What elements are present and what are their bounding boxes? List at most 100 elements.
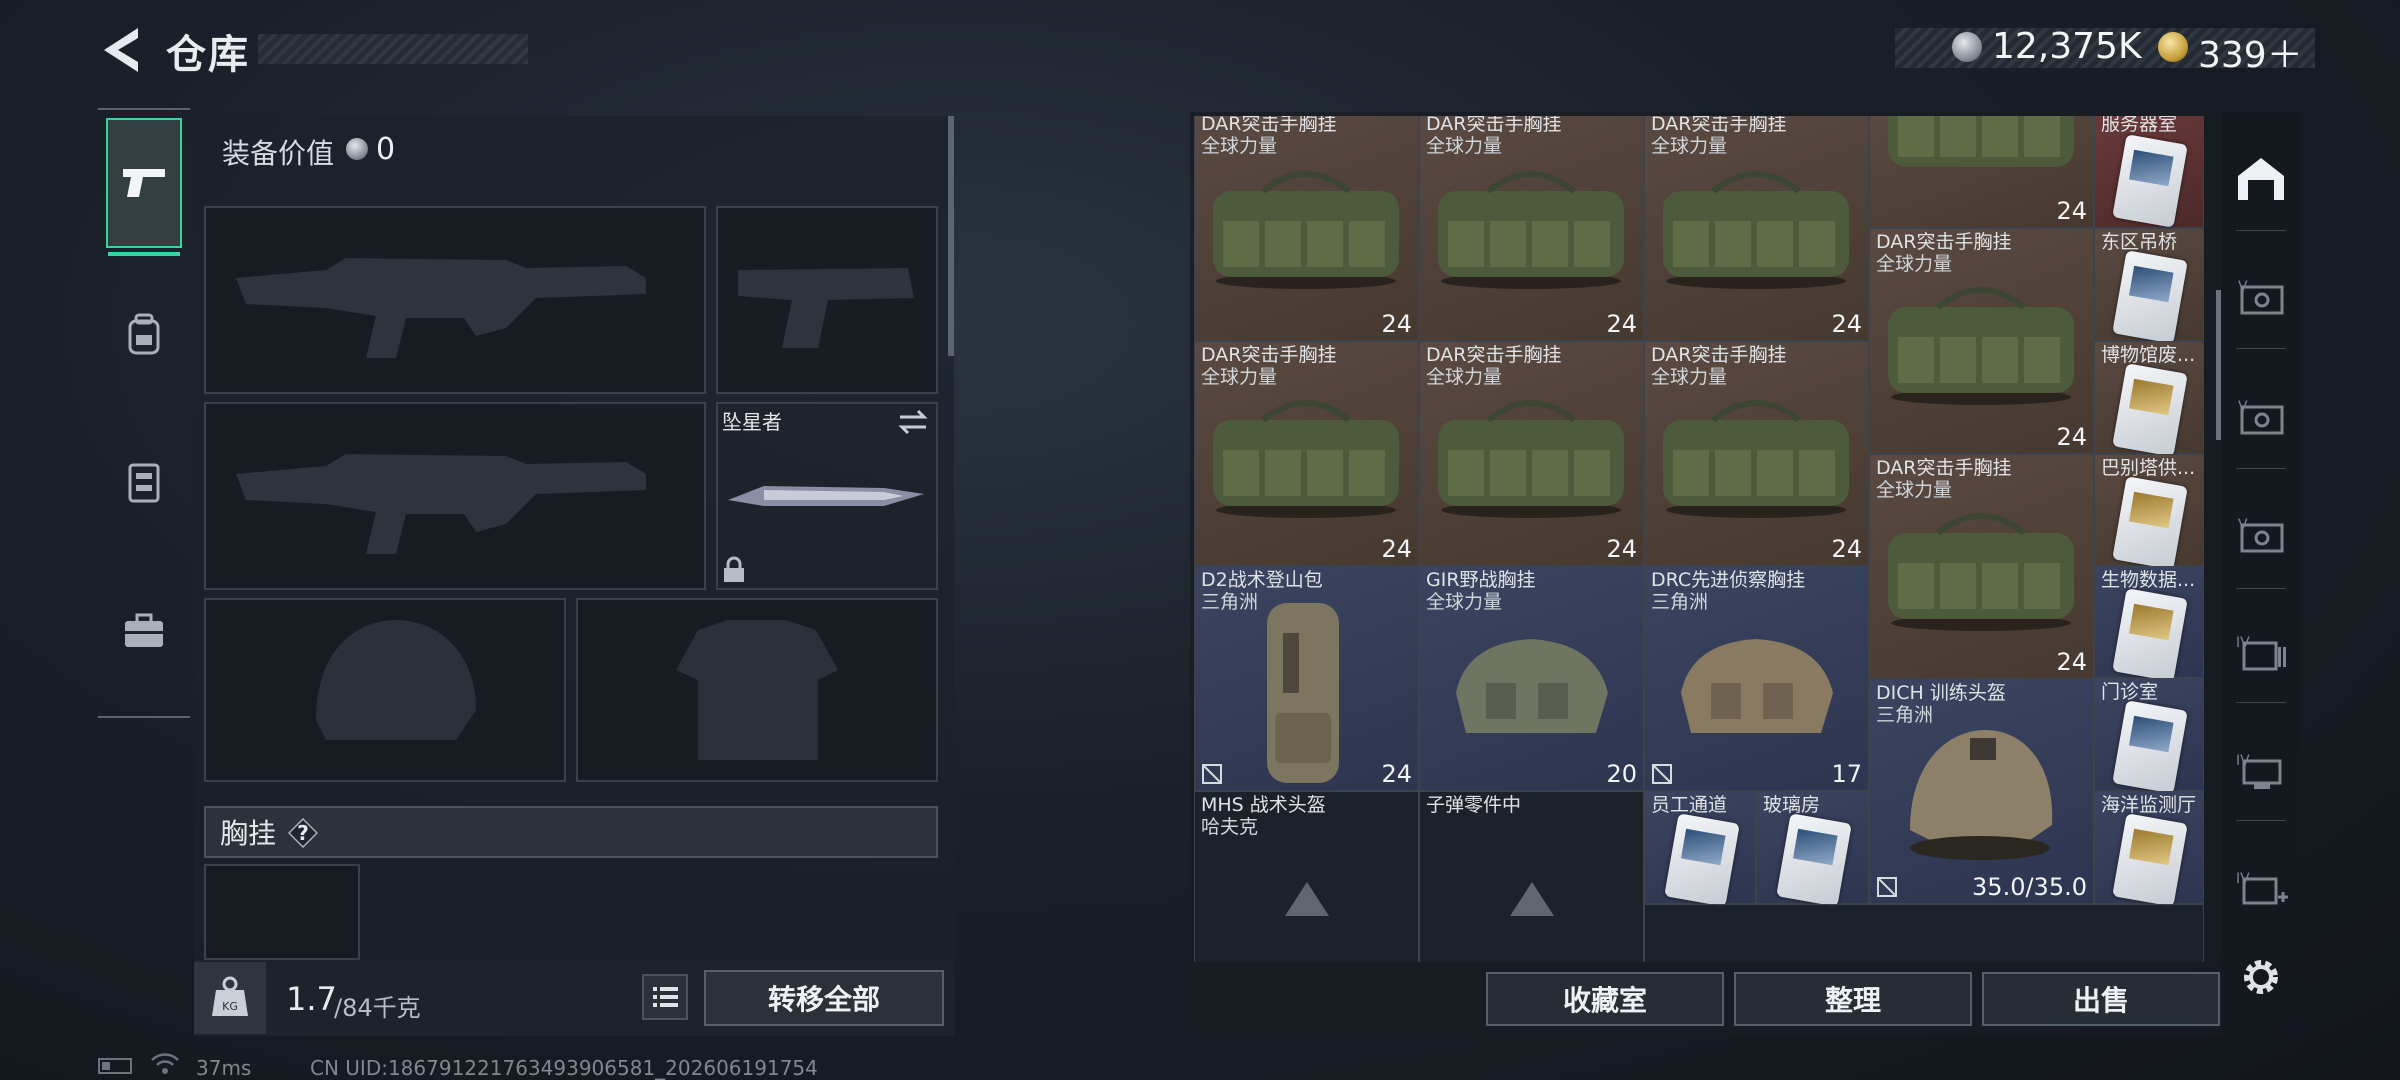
- inventory-item[interactable]: D2战术登山包 三角洲 24: [1194, 566, 1419, 791]
- item-faction: 全球力量: [1651, 366, 1728, 388]
- inventory-item[interactable]: DAR突击手胸挂 全球力量 24: [1419, 341, 1644, 566]
- inventory-item[interactable]: DAR突击手胸挂 全球力量 24: [1194, 116, 1419, 341]
- item-name: MHS 战术头盔: [1201, 794, 1326, 816]
- expansion-add-icon: IV: [2236, 871, 2288, 905]
- inventory-item[interactable]: 24: [1869, 116, 2094, 228]
- inventory-item[interactable]: 巴别塔供...: [2094, 454, 2204, 570]
- inventory-item[interactable]: 生物数据...: [2094, 566, 2204, 682]
- svg-text:KG: KG: [222, 1000, 238, 1013]
- duffel-bag-icon: [1213, 171, 1399, 289]
- wifi-icon: [151, 1053, 179, 1074]
- briefcase-icon: [125, 613, 163, 647]
- swap-icon[interactable]: [896, 408, 930, 436]
- armor-slot[interactable]: [576, 598, 938, 782]
- item-name: D2战术登山包: [1201, 569, 1323, 591]
- list-view-button[interactable]: [642, 974, 688, 1020]
- gold-coin-icon: [2158, 32, 2188, 62]
- inventory-item[interactable]: 海洋监测厅: [2094, 791, 2204, 907]
- duffel-bag-icon: [1681, 639, 1833, 733]
- back-arrow-icon[interactable]: [98, 24, 142, 76]
- storage-tab-iv2[interactable]: IV: [2230, 740, 2292, 802]
- inventory-item[interactable]: MHS 战术头盔 哈夫克: [1194, 791, 1419, 962]
- item-faction: 全球力量: [1876, 479, 1953, 501]
- item-name: 服务器室: [2101, 116, 2178, 135]
- armor-silhouette-icon: [676, 620, 838, 760]
- list-icon: [653, 987, 678, 1007]
- item-name: DAR突击手胸挂: [1201, 116, 1337, 135]
- storage-tab-home[interactable]: [2230, 148, 2292, 210]
- chest-rig-slot[interactable]: [204, 864, 360, 960]
- storage-tab-v2[interactable]: V: [2230, 386, 2292, 448]
- page-title: 仓库: [166, 32, 250, 78]
- category-tab-vest[interactable]: [106, 418, 182, 548]
- inventory-item[interactable]: 门诊室: [2094, 678, 2204, 794]
- category-tab-weapon[interactable]: [106, 118, 182, 248]
- settings-button[interactable]: [2230, 946, 2292, 1008]
- pistol-silhouette-icon: [738, 268, 914, 348]
- storage-tab-v1[interactable]: V: [2230, 266, 2292, 328]
- item-name: 东区吊桥: [2101, 231, 2178, 253]
- rail-divider: [2236, 230, 2286, 231]
- storage-tab-iv-add[interactable]: IV: [2230, 858, 2292, 920]
- gold-balance[interactable]: 339＋: [2198, 26, 2303, 78]
- keycard-icon: [2112, 588, 2188, 682]
- item-name: DICH 训练头盔: [1876, 682, 2006, 704]
- svg-text:IV: IV: [2236, 753, 2250, 769]
- inventory-item[interactable]: 玻璃房: [1756, 791, 1869, 907]
- help-icon[interactable]: ?: [288, 818, 318, 848]
- inventory-item[interactable]: GIR野战胸挂 全球力量 20: [1419, 566, 1644, 791]
- placeholder-triangle-icon: [1510, 882, 1554, 916]
- chest-rig-label: 胸挂: [220, 817, 277, 850]
- inventory-item[interactable]: DICH 训练头盔 三角洲 35.0/35.0: [1869, 679, 2094, 904]
- backpack-icon: [1267, 603, 1339, 783]
- current-weight: 1.7: [286, 980, 337, 1018]
- storage-tab-iv1[interactable]: IV: [2230, 622, 2292, 684]
- primary-weapon-slot-1[interactable]: [204, 206, 706, 394]
- rail-divider: [2236, 820, 2286, 821]
- storage-tab-v3[interactable]: V: [2230, 504, 2292, 566]
- primary-weapon-slot-2[interactable]: [204, 402, 706, 590]
- pistol-slot[interactable]: [716, 206, 938, 394]
- transfer-all-button[interactable]: 转移全部: [704, 970, 944, 1026]
- storage-scrollbar[interactable]: [2216, 290, 2221, 440]
- category-tab-case[interactable]: [106, 566, 182, 696]
- item-faction: 哈夫克: [1201, 816, 1259, 838]
- inventory-item[interactable]: DAR突击手胸挂 全球力量 24: [1644, 116, 1869, 341]
- inventory-item[interactable]: DAR突击手胸挂 全球力量 24: [1419, 116, 1644, 341]
- loadout-scrollbar[interactable]: [948, 116, 954, 356]
- inventory-item[interactable]: 东区吊桥: [2094, 228, 2204, 344]
- empty-slot[interactable]: [1644, 904, 2204, 962]
- item-durability: 35.0/35.0: [1972, 873, 2087, 901]
- svg-text:IV: IV: [2236, 635, 2250, 651]
- inventory-item[interactable]: DAR突击手胸挂 全球力量 24: [1869, 228, 2094, 454]
- keycard-icon: [1776, 813, 1852, 907]
- keycard-icon: [1664, 813, 1740, 907]
- inventory-item[interactable]: 子弹零件中: [1419, 791, 1644, 962]
- inventory-item[interactable]: 博物馆废...: [2094, 341, 2204, 457]
- inventory-item[interactable]: DRC先进侦察胸挂 三角洲 17: [1644, 566, 1869, 791]
- duffel-bag-icon: [1438, 400, 1624, 518]
- sort-button[interactable]: 整理: [1734, 972, 1972, 1026]
- inventory-item[interactable]: DAR突击手胸挂 全球力量 24: [1869, 454, 2094, 679]
- help-glyph: ?: [297, 821, 309, 845]
- item-quantity: 24: [1831, 310, 1862, 338]
- inventory-item[interactable]: 员工通道: [1644, 791, 1756, 907]
- item-quantity: 24: [1381, 535, 1412, 563]
- inventory-item[interactable]: DAR突击手胸挂 全球力量 24: [1644, 341, 1869, 566]
- rail-divider: [2236, 348, 2286, 349]
- helmet-icon: [1910, 730, 2053, 860]
- collection-room-button[interactable]: 收藏室: [1486, 972, 1724, 1026]
- item-name: 海洋监测厅: [2101, 794, 2197, 816]
- expansion-iv-icon: IV: [2236, 635, 2286, 671]
- keycard-icon: [2112, 363, 2188, 457]
- rifle-silhouette-icon: [236, 454, 646, 554]
- no-insure-icon: [1202, 764, 1222, 784]
- helmet-slot[interactable]: [204, 598, 566, 782]
- svg-text:V: V: [2238, 279, 2248, 295]
- inventory-item[interactable]: 服务器室: [2094, 116, 2204, 228]
- item-faction: 全球力量: [1426, 591, 1503, 613]
- inventory-item[interactable]: DAR突击手胸挂 全球力量 24: [1194, 341, 1419, 566]
- sell-button[interactable]: 出售: [1982, 972, 2220, 1026]
- category-tab-backpack[interactable]: [106, 270, 182, 400]
- expansion-v-icon: V: [2238, 399, 2284, 435]
